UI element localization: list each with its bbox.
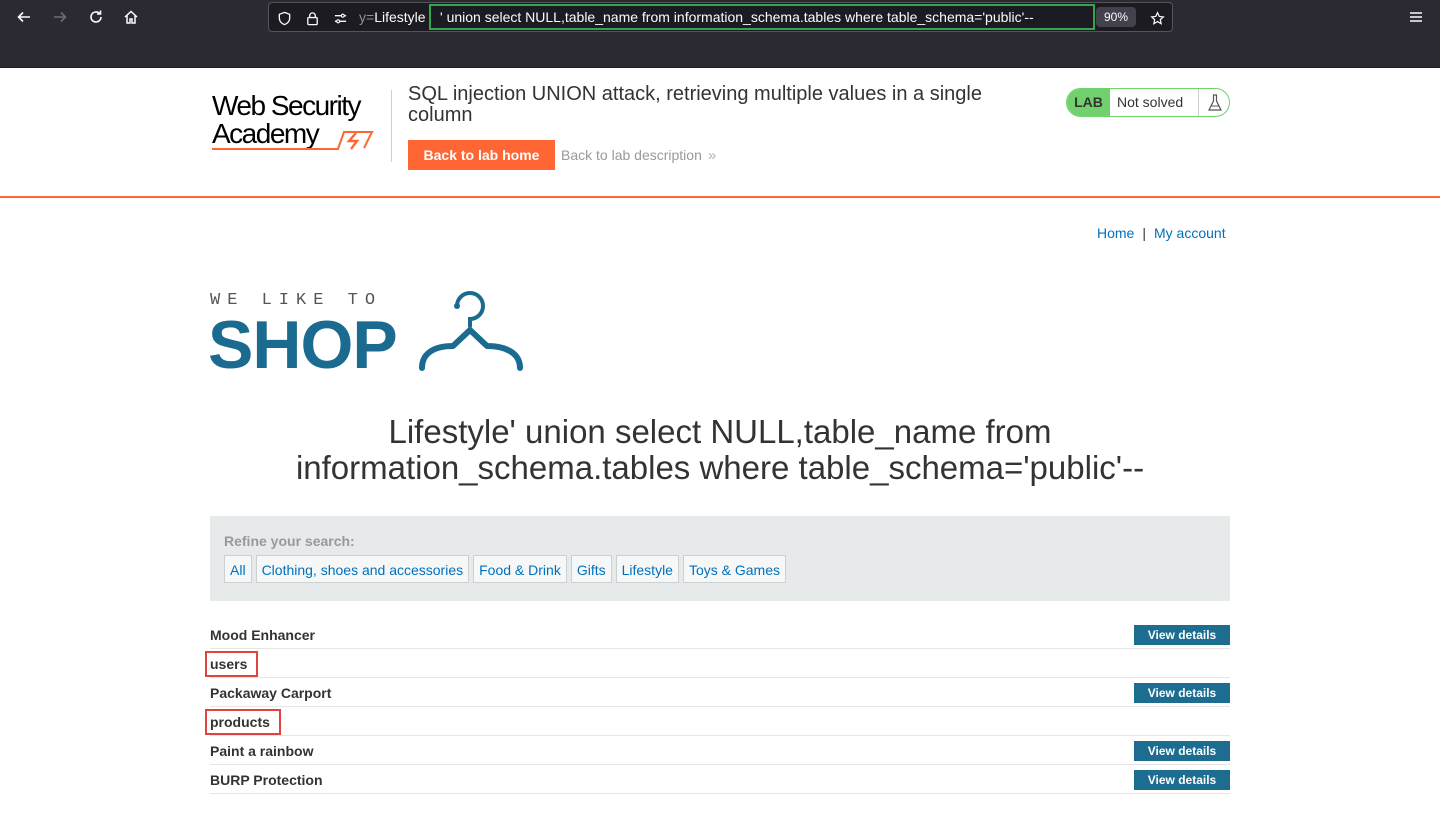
browser-toolbar: y=Lifestyle ' union select NULL,table_na… — [0, 0, 1440, 68]
table-row: Packaway Carport View details — [210, 678, 1230, 707]
flask-icon — [1198, 89, 1229, 116]
filter-lifestyle[interactable]: Lifestyle — [615, 555, 679, 583]
table-row: BURP Protection View details — [210, 765, 1230, 794]
back-to-lab-description-label: Back to lab description — [561, 147, 702, 163]
product-name: Mood Enhancer — [210, 627, 316, 643]
home-link[interactable]: Home — [1097, 225, 1134, 241]
forward-arrow-icon[interactable] — [47, 4, 73, 30]
table-row: products — [205, 707, 1230, 736]
table-row: Paint a rainbow View details — [210, 736, 1230, 765]
home-icon[interactable] — [118, 4, 144, 30]
lab-title: SQL injection UNION attack, retrieving m… — [408, 83, 982, 126]
url-highlight: ' union select NULL,table_name from info… — [429, 4, 1095, 30]
view-details-button[interactable]: View details — [1134, 625, 1230, 645]
reload-icon[interactable] — [83, 4, 109, 30]
back-to-lab-description-link[interactable]: Back to lab description » — [561, 147, 716, 164]
lock-icon[interactable] — [303, 9, 321, 27]
url-prefix-dim: y= — [359, 9, 375, 25]
view-details-button[interactable]: View details — [1134, 741, 1230, 761]
permissions-icon[interactable] — [331, 9, 349, 27]
shield-icon[interactable] — [275, 9, 293, 27]
filter-links: All Clothing, shoes and accessories Food… — [224, 555, 786, 583]
filter-clothing[interactable]: Clothing, shoes and accessories — [255, 555, 470, 583]
table-name-result: products — [205, 709, 281, 735]
filter-toys-games[interactable]: Toys & Games — [682, 555, 786, 583]
logo-line-1: Web Security — [212, 90, 361, 121]
shop-word: SHOP — [210, 307, 397, 372]
view-details-button[interactable]: View details — [1134, 683, 1230, 703]
we-like-to-shop-logo: WE LIKE TO SHOP — [210, 291, 523, 372]
product-name: Packaway Carport — [210, 685, 332, 701]
lab-header: Web Security Academy SQL injection UNION… — [0, 68, 1440, 198]
url-text: y=Lifestyle — [359, 9, 426, 25]
lab-status-widget: LAB Not solved — [1066, 88, 1230, 117]
table-name-result: users — [204, 651, 259, 677]
logo-line-2: Academy — [212, 118, 320, 149]
filter-title: Refine your search: — [224, 533, 355, 549]
product-name: Paint a rainbow — [210, 743, 314, 759]
bookmark-star-icon[interactable] — [1148, 9, 1166, 27]
product-table: Mood Enhancer View details users Packawa… — [204, 620, 1230, 794]
category-filter: Refine your search: All Clothing, shoes … — [210, 516, 1230, 601]
table-row: Mood Enhancer View details — [210, 620, 1230, 649]
lab-status-text: Not solved — [1117, 94, 1184, 110]
nav-separator: | — [1142, 225, 1146, 241]
back-to-lab-home-button[interactable]: Back to lab home — [408, 140, 555, 170]
product-name: BURP Protection — [210, 772, 323, 788]
top-nav: Home | My account — [1097, 225, 1226, 241]
my-account-link[interactable]: My account — [1154, 225, 1226, 241]
web-security-academy-logo: Web Security Academy — [212, 90, 374, 150]
lab-badge: LAB — [1067, 89, 1110, 116]
menu-icon[interactable] — [1403, 4, 1429, 30]
filter-gifts[interactable]: Gifts — [570, 555, 612, 583]
filter-food-drink[interactable]: Food & Drink — [473, 555, 567, 583]
page-heading: Lifestyle' union select NULL,table_name … — [295, 413, 1145, 486]
filter-all[interactable]: All — [224, 555, 252, 583]
url-bar[interactable]: y=Lifestyle ' union select NULL,table_na… — [268, 2, 1173, 32]
zoom-level[interactable]: 90% — [1096, 7, 1136, 27]
logo-divider — [391, 90, 392, 162]
url-prefix: Lifestyle — [374, 9, 426, 25]
table-row: users — [204, 649, 1230, 678]
view-details-button[interactable]: View details — [1134, 770, 1230, 790]
back-arrow-icon[interactable] — [11, 4, 37, 30]
double-chevron-right-icon: » — [707, 147, 717, 164]
